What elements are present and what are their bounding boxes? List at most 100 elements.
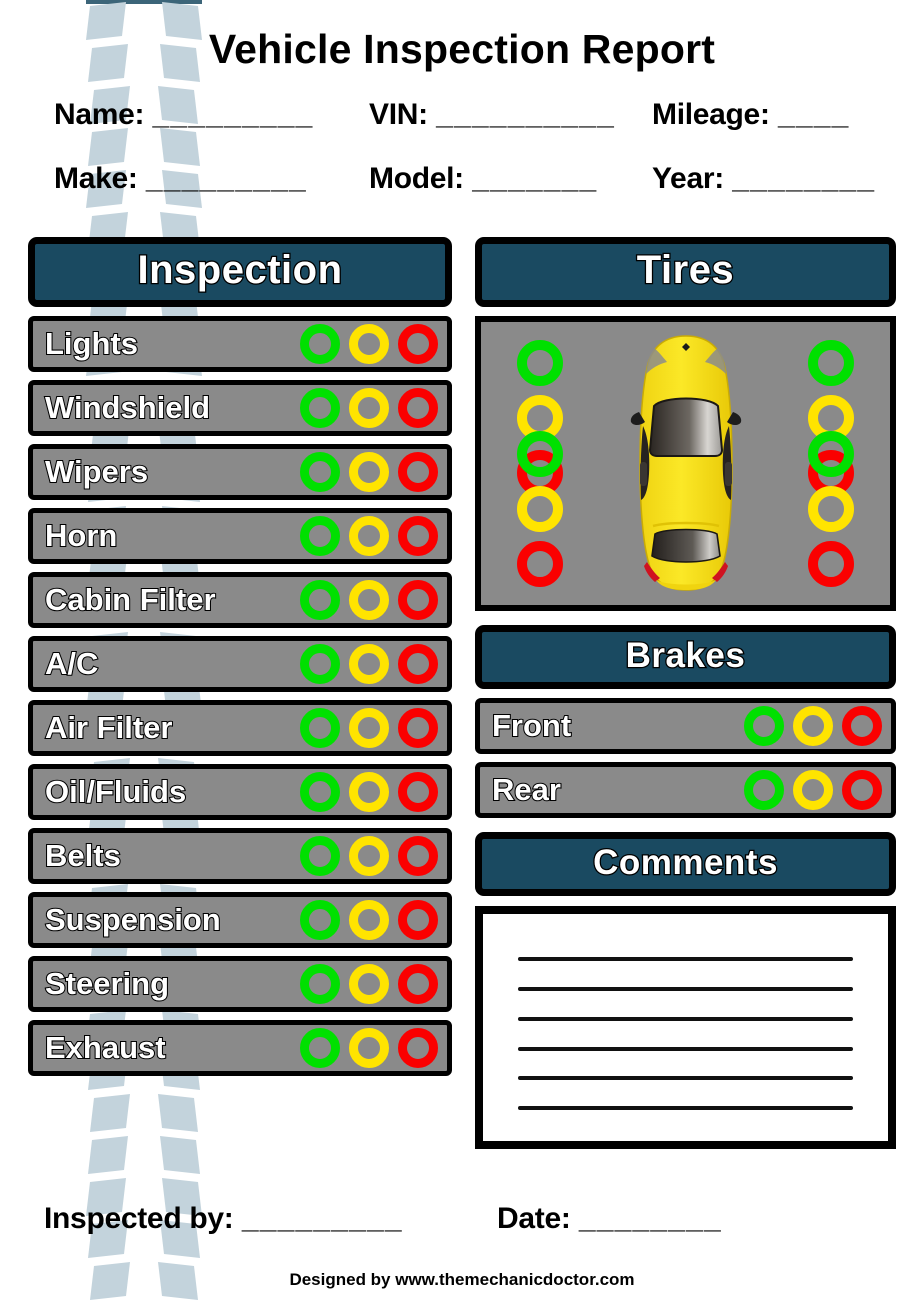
tire-rr-caution-circle[interactable] — [808, 485, 854, 532]
inspection-item-good-circle[interactable] — [300, 771, 340, 812]
inspection-section-title: Inspection — [136, 247, 343, 294]
inspection-item-row: Belts — [28, 827, 452, 884]
inspection-item-rating-group[interactable] — [300, 387, 438, 428]
field-make[interactable]: Make: _________ — [54, 162, 307, 196]
tire-rating-rear-left[interactable] — [517, 430, 563, 587]
inspection-item-fail-circle[interactable] — [398, 899, 438, 940]
tires-section-title: Tires — [635, 247, 735, 294]
field-mileage[interactable]: Mileage: ____ — [652, 98, 850, 132]
inspection-item-rating-group[interactable] — [300, 963, 438, 1004]
inspection-item-fail-circle[interactable] — [398, 1027, 438, 1068]
field-inspected-by[interactable]: Inspected by: _________ — [44, 1202, 403, 1236]
field-name[interactable]: Name: _________ — [54, 98, 314, 132]
inspection-item-good-circle[interactable] — [300, 835, 340, 876]
inspection-item-caution-circle[interactable] — [349, 323, 389, 364]
inspection-item-caution-circle[interactable] — [349, 1027, 389, 1068]
field-date[interactable]: Date: ________ — [497, 1202, 722, 1236]
field-date-blank: ________ — [578, 1202, 722, 1235]
inspection-item-caution-circle[interactable] — [349, 643, 389, 684]
inspection-item-rating-group[interactable] — [300, 323, 438, 364]
field-vin[interactable]: VIN: __________ — [369, 98, 615, 132]
inspection-item-fail-circle[interactable] — [398, 643, 438, 684]
brake-item-caution-circle[interactable] — [793, 769, 833, 810]
brake-item-fail-circle[interactable] — [842, 769, 882, 810]
field-model[interactable]: Model: _______ — [369, 162, 597, 196]
inspection-item-good-circle[interactable] — [300, 643, 340, 684]
inspection-item-rating-group[interactable] — [300, 771, 438, 812]
comments-section-title: Comments — [592, 842, 779, 884]
field-year-blank: ________ — [732, 162, 876, 195]
inspection-item-fail-circle[interactable] — [398, 515, 438, 556]
inspection-item-rating-group[interactable] — [300, 643, 438, 684]
field-make-label: Make: — [54, 162, 138, 195]
tire-fr-good-circle[interactable] — [808, 339, 854, 386]
inspection-item-caution-circle[interactable] — [349, 835, 389, 876]
designer-credit: Designed by www.themechanicdoctor.com — [289, 1270, 635, 1289]
inspection-item-fail-circle[interactable] — [398, 579, 438, 620]
inspection-item-caution-circle[interactable] — [349, 899, 389, 940]
inspection-item-good-circle[interactable] — [300, 323, 340, 364]
inspection-item-fail-circle[interactable] — [398, 835, 438, 876]
inspection-item-caution-circle[interactable] — [349, 579, 389, 620]
inspection-item-good-circle[interactable] — [300, 515, 340, 556]
inspection-item-caution-circle[interactable] — [349, 515, 389, 556]
footer-fields-row: Inspected by: _________ Date: ________ — [0, 1202, 924, 1246]
inspection-item-row: Cabin Filter — [28, 571, 452, 628]
brake-item-fail-circle[interactable] — [842, 705, 882, 746]
field-year[interactable]: Year: ________ — [652, 162, 875, 196]
header-fields-row-2: Make: _________ Model: _______ Year: ___… — [0, 162, 924, 206]
inspection-item-good-circle[interactable] — [300, 899, 340, 940]
inspection-item-rating-group[interactable] — [300, 707, 438, 748]
inspection-item-rating-group[interactable] — [300, 579, 438, 620]
inspection-item-fail-circle[interactable] — [398, 451, 438, 492]
vehicle-inspection-report-page: Vehicle Inspection Report Name: ________… — [0, 0, 924, 1307]
tire-rl-fail-circle[interactable] — [517, 540, 563, 587]
inspection-item-good-circle[interactable] — [300, 1027, 340, 1068]
inspection-item-rating-group[interactable] — [300, 451, 438, 492]
inspection-item-caution-circle[interactable] — [349, 451, 389, 492]
inspection-item-fail-circle[interactable] — [398, 963, 438, 1004]
field-vin-blank: __________ — [436, 98, 616, 131]
comments-input-area[interactable] — [475, 906, 896, 1150]
inspection-item-fail-circle[interactable] — [398, 323, 438, 364]
inspection-item-label: Exhaust — [44, 1030, 167, 1066]
inspection-item-caution-circle[interactable] — [349, 963, 389, 1004]
brake-item-rating-group[interactable] — [744, 705, 882, 746]
field-inspected-by-label: Inspected by: — [44, 1202, 234, 1235]
inspection-item-fail-circle[interactable] — [398, 771, 438, 812]
inspection-item-fail-circle[interactable] — [398, 387, 438, 428]
inspection-item-good-circle[interactable] — [300, 707, 340, 748]
tire-rl-good-circle[interactable] — [517, 430, 563, 477]
tire-rr-good-circle[interactable] — [808, 430, 854, 477]
inspection-column: Inspection Lights Windshield Wipers Horn Cab… — [28, 237, 452, 1084]
field-model-label: Model: — [369, 162, 464, 195]
field-mileage-label: Mileage: — [652, 98, 770, 131]
inspection-item-row: Lights — [28, 315, 452, 372]
inspection-item-good-circle[interactable] — [300, 963, 340, 1004]
brake-item-label: Front — [491, 708, 572, 744]
inspection-item-caution-circle[interactable] — [349, 707, 389, 748]
tire-fl-good-circle[interactable] — [517, 339, 563, 386]
tire-rl-caution-circle[interactable] — [517, 485, 563, 532]
inspection-item-good-circle[interactable] — [300, 451, 340, 492]
inspection-item-good-circle[interactable] — [300, 387, 340, 428]
field-make-blank: _________ — [145, 162, 307, 195]
inspection-item-good-circle[interactable] — [300, 579, 340, 620]
inspection-item-caution-circle[interactable] — [349, 771, 389, 812]
inspection-item-caution-circle[interactable] — [349, 387, 389, 428]
inspection-item-rating-group[interactable] — [300, 1027, 438, 1068]
inspection-item-rating-group[interactable] — [300, 899, 438, 940]
field-model-blank: _______ — [472, 162, 598, 195]
brake-item-caution-circle[interactable] — [793, 705, 833, 746]
inspection-item-rating-group[interactable] — [300, 515, 438, 556]
brake-item-good-circle[interactable] — [744, 705, 784, 746]
brake-item-good-circle[interactable] — [744, 769, 784, 810]
inspection-item-rating-group[interactable] — [300, 835, 438, 876]
brake-item-rating-group[interactable] — [744, 769, 882, 810]
tire-rr-fail-circle[interactable] — [808, 540, 854, 587]
tire-rating-rear-right[interactable] — [808, 430, 854, 587]
field-year-label: Year: — [652, 162, 724, 195]
inspection-item-fail-circle[interactable] — [398, 707, 438, 748]
inspection-section-banner: Inspection — [28, 237, 452, 307]
comment-rule-line — [518, 957, 853, 962]
